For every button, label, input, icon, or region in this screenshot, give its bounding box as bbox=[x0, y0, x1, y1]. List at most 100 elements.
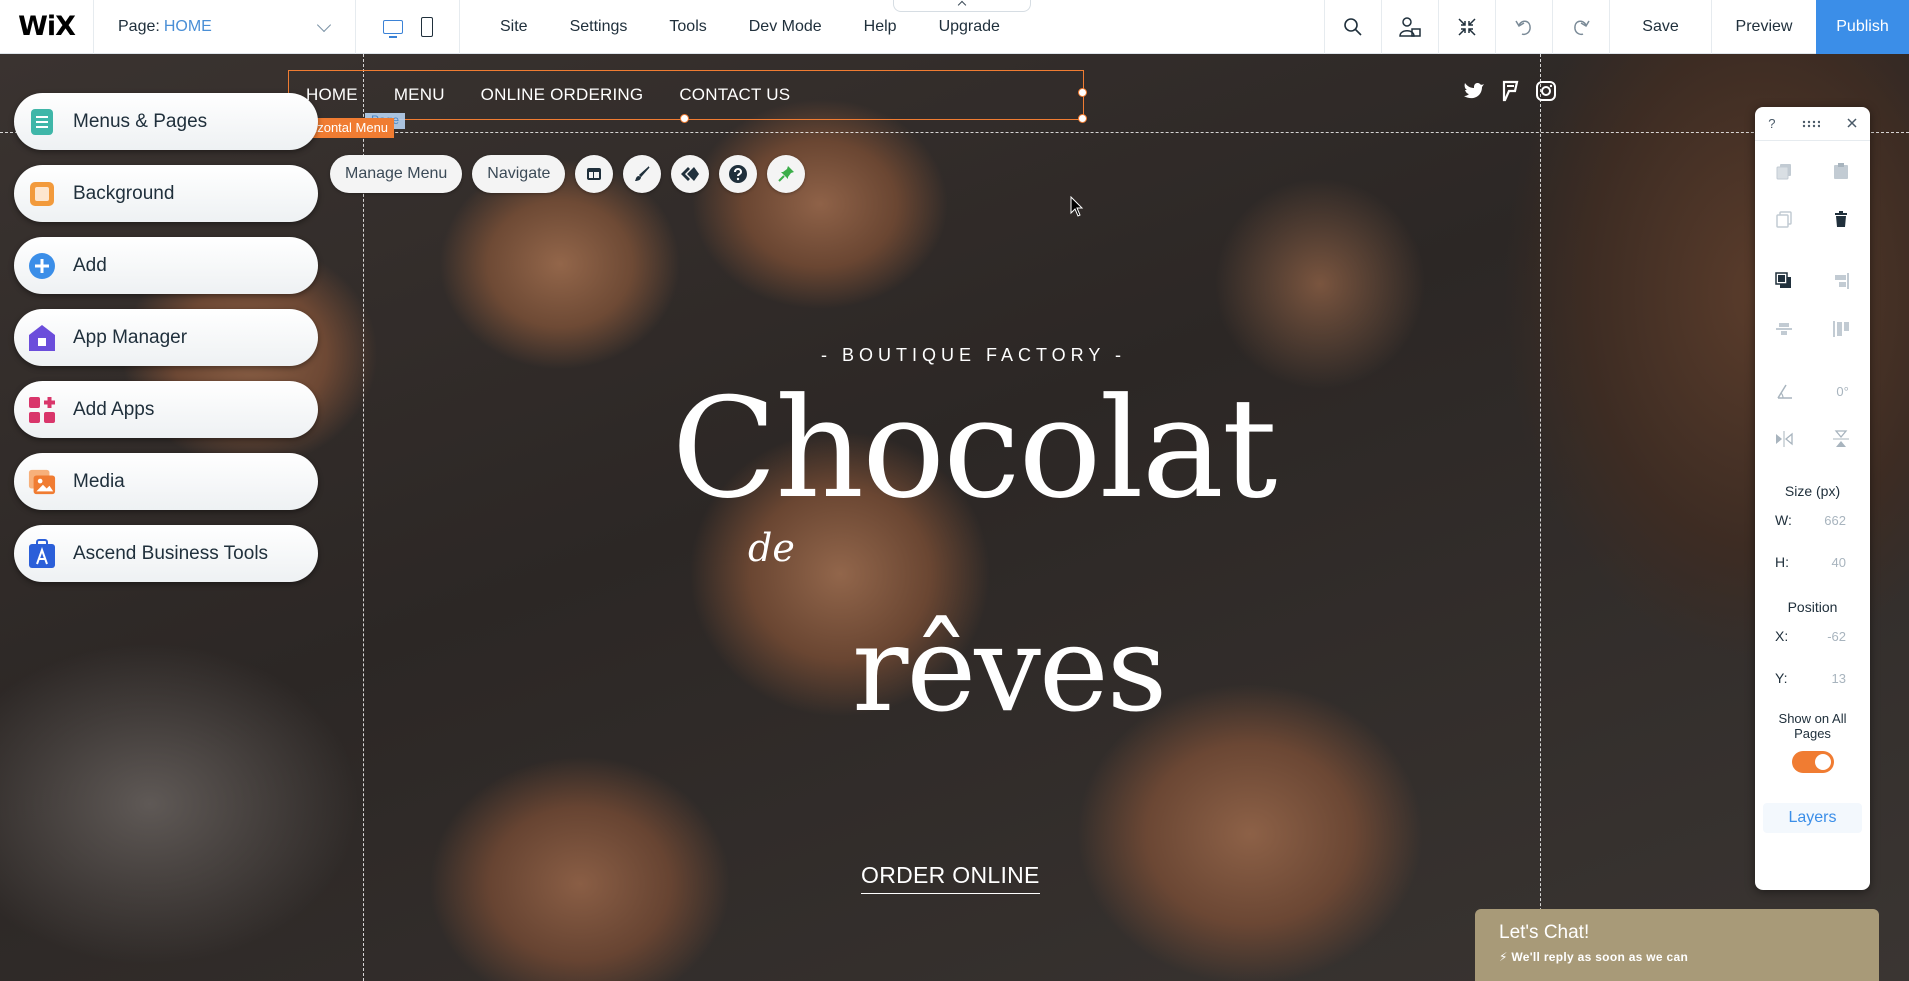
paste-icon[interactable] bbox=[1832, 162, 1850, 180]
social-bar bbox=[1463, 80, 1557, 102]
page-selector[interactable]: Page: HOME bbox=[94, 0, 356, 54]
y-value[interactable]: 13 bbox=[1832, 671, 1846, 686]
inspector-row-arrange bbox=[1755, 257, 1870, 305]
foursquare-icon[interactable] bbox=[1499, 80, 1521, 102]
plus-icon bbox=[28, 252, 56, 280]
invite-button[interactable] bbox=[1381, 0, 1438, 54]
app-manager-button[interactable]: App Manager bbox=[14, 309, 318, 366]
menus-pages-button[interactable]: Menus & Pages bbox=[14, 93, 318, 150]
add-button[interactable]: Add bbox=[14, 237, 318, 294]
mobile-icon[interactable] bbox=[420, 16, 433, 37]
ascend-button[interactable]: Ascend Business Tools bbox=[14, 525, 318, 582]
order-online-button[interactable]: ORDER ONLINE bbox=[861, 862, 1040, 894]
design-button[interactable] bbox=[623, 155, 662, 193]
align-icon[interactable] bbox=[1832, 272, 1850, 290]
lightning-icon: ⚡ bbox=[1499, 950, 1508, 964]
inspector-row-flip bbox=[1755, 415, 1870, 463]
page-selector-label: Page: bbox=[118, 17, 160, 35]
chat-subtitle-text: We'll reply as soon as we can bbox=[1511, 950, 1689, 964]
width-field[interactable]: W: 662 bbox=[1755, 499, 1870, 541]
menu-upgrade[interactable]: Upgrade bbox=[939, 18, 1000, 36]
position-heading: Position bbox=[1787, 599, 1838, 615]
publish-button[interactable]: Publish bbox=[1816, 0, 1909, 54]
arrange-icon[interactable] bbox=[1775, 272, 1793, 290]
match-size-icon[interactable] bbox=[1832, 320, 1850, 338]
layers-button[interactable]: Layers bbox=[1763, 803, 1862, 833]
mouse-cursor-icon bbox=[1070, 196, 1084, 217]
add-apps-button[interactable]: Add Apps bbox=[14, 381, 318, 438]
menu-settings[interactable]: Settings bbox=[570, 18, 628, 36]
flip-vertical-icon[interactable] bbox=[1832, 430, 1850, 448]
height-value[interactable]: 40 bbox=[1832, 555, 1846, 570]
navigate-button[interactable]: Navigate bbox=[472, 155, 566, 193]
desktop-icon[interactable] bbox=[382, 19, 403, 38]
drag-handle-icon[interactable] bbox=[1802, 116, 1821, 131]
collapse-topbar-handle[interactable] bbox=[893, 0, 1031, 12]
x-label: X: bbox=[1775, 628, 1789, 644]
site-nav-menu[interactable]: MENU bbox=[394, 85, 445, 105]
zoom-out-button[interactable] bbox=[1438, 0, 1495, 54]
height-field[interactable]: H: 40 bbox=[1755, 541, 1870, 583]
inspector-row-rotate: 0° bbox=[1755, 367, 1870, 415]
search-icon bbox=[1344, 18, 1362, 36]
resize-handle-right[interactable] bbox=[1078, 88, 1087, 97]
resize-handle-bottom[interactable] bbox=[680, 114, 689, 123]
inspector-help-icon[interactable]: ? bbox=[1768, 116, 1775, 131]
chevron-down-icon bbox=[316, 17, 332, 32]
show-all-pages-toggle[interactable] bbox=[1791, 751, 1834, 773]
chat-subtitle: ⚡ We'll reply as soon as we can bbox=[1499, 950, 1879, 964]
menu-tools[interactable]: Tools bbox=[669, 18, 706, 36]
undo-button[interactable] bbox=[1495, 0, 1552, 54]
width-label: W: bbox=[1775, 512, 1792, 528]
inspector-row-copy bbox=[1755, 147, 1870, 195]
redo-icon bbox=[1574, 20, 1590, 36]
pin-button[interactable] bbox=[767, 155, 806, 193]
x-value[interactable]: -62 bbox=[1827, 629, 1846, 644]
horizontal-menu[interactable]: HOME MENU ONLINE ORDERING CONTACT US bbox=[288, 70, 1084, 120]
menus-pages-label: Menus & Pages bbox=[73, 110, 208, 132]
people-icon bbox=[1399, 17, 1421, 37]
add-apps-label: Add Apps bbox=[73, 398, 155, 420]
top-right-actions: Save Preview Publish bbox=[1324, 0, 1909, 54]
y-field[interactable]: Y: 13 bbox=[1755, 657, 1870, 699]
save-button[interactable]: Save bbox=[1609, 0, 1711, 54]
copy-icon[interactable] bbox=[1775, 162, 1793, 180]
rotate-icon[interactable] bbox=[1776, 382, 1794, 400]
hero-de[interactable]: de bbox=[748, 526, 795, 570]
site-nav-online-ordering[interactable]: ONLINE ORDERING bbox=[481, 85, 644, 105]
close-icon[interactable] bbox=[1847, 116, 1857, 131]
resize-handle-bottom-right[interactable] bbox=[1078, 114, 1087, 123]
hero-reves[interactable]: rêves bbox=[852, 600, 1167, 738]
animation-button[interactable] bbox=[671, 155, 710, 193]
distribute-icon[interactable] bbox=[1775, 320, 1793, 338]
menu-dev-mode[interactable]: Dev Mode bbox=[749, 18, 822, 36]
width-value[interactable]: 662 bbox=[1824, 513, 1846, 528]
media-button[interactable]: Media bbox=[14, 453, 318, 510]
layout-icon bbox=[587, 168, 602, 180]
redo-button[interactable] bbox=[1552, 0, 1609, 54]
twitter-icon[interactable] bbox=[1463, 80, 1485, 102]
duplicate-icon[interactable] bbox=[1775, 210, 1793, 228]
background-label: Background bbox=[73, 182, 175, 204]
app-manager-label: App Manager bbox=[73, 326, 188, 348]
menu-site[interactable]: Site bbox=[500, 18, 528, 36]
menu-help[interactable]: Help bbox=[864, 18, 897, 36]
instagram-icon[interactable] bbox=[1535, 80, 1557, 102]
preview-button[interactable]: Preview bbox=[1711, 0, 1816, 54]
background-icon bbox=[28, 180, 56, 208]
manage-menu-button[interactable]: Manage Menu bbox=[330, 155, 463, 193]
help-icon bbox=[729, 165, 748, 183]
chat-widget[interactable]: Let's Chat! ⚡ We'll reply as soon as we … bbox=[1475, 909, 1879, 981]
site-nav-contact-us[interactable]: CONTACT US bbox=[679, 85, 790, 105]
background-button[interactable]: Background bbox=[14, 165, 318, 222]
wix-logo[interactable]: WiX bbox=[0, 0, 94, 54]
layout-button[interactable] bbox=[575, 155, 614, 193]
delete-icon[interactable] bbox=[1832, 210, 1850, 228]
x-field[interactable]: X: -62 bbox=[1755, 615, 1870, 657]
flip-horizontal-icon[interactable] bbox=[1775, 430, 1793, 448]
help-button[interactable] bbox=[719, 155, 758, 193]
search-button[interactable] bbox=[1324, 0, 1381, 54]
rotation-value[interactable]: 0° bbox=[1836, 384, 1848, 399]
inspector-row-duplicate bbox=[1755, 195, 1870, 243]
show-all-pages-label: Show on All Pages bbox=[1778, 711, 1847, 741]
